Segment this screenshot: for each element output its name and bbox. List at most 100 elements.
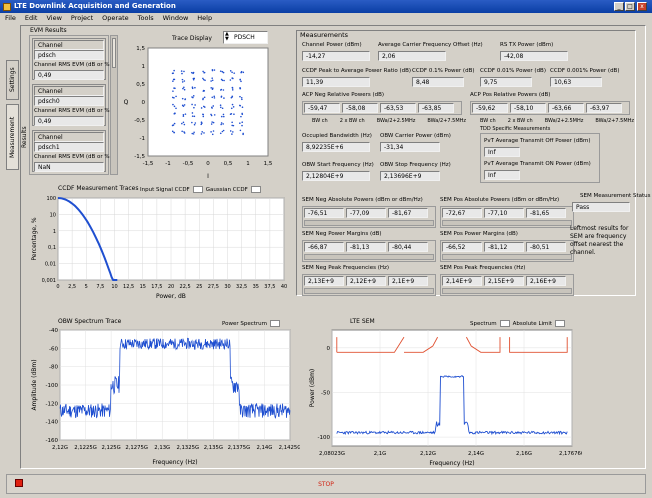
obw-legend-label: Power Spectrum	[222, 320, 268, 327]
menu-window[interactable]: Window	[162, 14, 190, 24]
obw-legend: Power Spectrum	[222, 320, 281, 327]
menu-view[interactable]: View	[45, 14, 62, 24]
array-scrollbar[interactable]	[442, 220, 572, 226]
legend-swatch-red-icon[interactable]	[250, 186, 261, 193]
ccdf-ylabel: Percentage, %	[31, 217, 38, 261]
legend-swatch-blue-icon[interactable]	[192, 186, 203, 193]
sem-pos-margin-array: -66,52 -81,12 -80,51	[440, 240, 574, 262]
constellation-point	[183, 70, 185, 73]
ccdf-par-label: CCDF Peak to Average Power Ratio (dB)	[302, 68, 412, 74]
tab-settings[interactable]: Settings	[6, 60, 19, 100]
ccdf-xtick: 12,5	[123, 284, 134, 290]
constellation-point	[202, 70, 204, 73]
constellation-ytick: -1	[140, 136, 145, 142]
sem-neg-abs-array: -76,51 -77,09 -81,67	[302, 206, 436, 228]
acp-pos-value: -59,62	[472, 103, 508, 113]
obw-ytick: -40	[49, 328, 58, 334]
menu-help[interactable]: Help	[196, 14, 213, 24]
menu-project[interactable]: Project	[70, 14, 94, 24]
sem-neg-abs-label: SEM Neg Absolute Powers (dBm or dBm/Hz)	[302, 197, 423, 203]
array-scrollbar[interactable]	[304, 220, 434, 226]
obw-ytick: -80	[49, 365, 58, 371]
menu-edit[interactable]: Edit	[24, 14, 39, 24]
menu-bar: File Edit View Project Operate Tools Win…	[0, 13, 652, 24]
constellation-point	[211, 121, 213, 123]
menu-operate[interactable]: Operate	[101, 14, 129, 24]
constellation-point	[201, 131, 203, 133]
constellation-xtick: -1,5	[143, 161, 154, 167]
constellation-point	[211, 107, 213, 109]
constellation-point	[240, 71, 242, 74]
obw-xlabel: Frequency (Hz)	[152, 459, 197, 466]
close-button[interactable]: x	[637, 2, 647, 11]
legend-swatch-blue-icon[interactable]	[270, 320, 281, 327]
sem-plot-area	[331, 329, 573, 447]
sem-xlabel: Frequency (Hz)	[429, 460, 474, 467]
array-scrollbar[interactable]	[442, 254, 572, 260]
sem-status-label: SEM Measurement Status	[580, 193, 651, 199]
maximize-button[interactable]: □	[625, 2, 635, 11]
stop-button[interactable]: STOP	[6, 474, 646, 494]
array-scrollbar[interactable]	[442, 288, 572, 294]
tdd-off-value: Inf	[484, 147, 520, 157]
evm-group-1: Channel pdsch0 Channel RMS EVM (dB or %)…	[32, 84, 112, 126]
constellation-point	[203, 106, 206, 108]
constellation-point	[180, 70, 183, 72]
constellation-point	[239, 129, 242, 132]
channel-power-value: -14,27	[302, 51, 370, 61]
constellation-point	[182, 114, 185, 116]
acp-pos-value: -63,66	[548, 103, 584, 113]
array-scrollbar[interactable]	[304, 288, 434, 294]
ccdf-xtick: 25	[196, 284, 202, 290]
constellation-point	[193, 106, 195, 109]
menu-tools[interactable]: Tools	[137, 14, 155, 24]
constellation-point	[182, 87, 184, 90]
constellation-point	[174, 112, 176, 115]
constellation-point	[212, 105, 215, 107]
evm-results-list: Channel pdsch Channel RMS EVM (dB or %) …	[29, 35, 112, 175]
ccdf-ytick: 10	[50, 212, 56, 218]
sem-pos-peak-value: 2,16E+9	[526, 276, 566, 286]
obw-start-value: 2,12804E+9	[302, 171, 370, 181]
constellation-point	[241, 112, 243, 115]
constellation-point	[231, 133, 233, 135]
constellation-xtick: -0,5	[183, 161, 194, 167]
constellation-point	[229, 70, 232, 72]
constellation-point	[221, 107, 224, 110]
menu-file[interactable]: File	[4, 14, 17, 24]
legend-swatch-red-icon[interactable]	[555, 320, 566, 327]
obw-chart: -40 -60 -80 -100 -120 -140 -1602,12G 2,1225G 2,1…	[31, 328, 300, 466]
sem-xtick: 2,1G	[374, 451, 387, 457]
legend-swatch-blue-icon[interactable]	[499, 320, 510, 327]
constellation-point	[202, 115, 205, 118]
constellation-ytick: 1	[142, 64, 146, 70]
ccdf-xtick: 30	[224, 284, 230, 290]
tab-measurement-results[interactable]: Measurement Results	[6, 104, 28, 170]
obw-ytick: -160	[46, 438, 59, 444]
evm-scrollbar-thumb[interactable]	[112, 38, 116, 68]
acp-neg-value: -58,08	[342, 103, 378, 113]
constellation-point	[222, 123, 224, 125]
sem-xtick: 2,12G	[420, 451, 436, 457]
constellation-point	[222, 115, 225, 118]
constellation-point	[181, 78, 184, 81]
obw-ytick: -60	[49, 346, 58, 352]
minimize-button[interactable]: _	[614, 2, 624, 11]
array-scrollbar[interactable]	[304, 254, 434, 260]
acp-neg-array: -59,47 -58,08 -63,53 -63,85	[302, 101, 462, 115]
sem-ytick: -50	[321, 390, 330, 396]
constellation-point	[240, 96, 243, 99]
sem-pos-peak-value: 2,14E+9	[442, 276, 482, 286]
constellation-point	[194, 122, 197, 124]
window-title-bar: LTE Downlink Acquisition and Generation	[0, 0, 652, 13]
constellation-xtick: 0	[206, 161, 210, 167]
spin-arrows-icon[interactable]: ▲ ▼	[225, 32, 231, 42]
sem-note: Leftmost results for SEM are frequency o…	[570, 225, 629, 256]
constellation-point	[183, 132, 186, 134]
obw-start-label: OBW Start Frequency (Hz)	[302, 162, 374, 168]
constellation-point	[191, 112, 194, 114]
evm-scrollbar[interactable]	[110, 35, 118, 175]
constellation-point	[181, 130, 183, 133]
constellation-point	[183, 80, 186, 82]
ccdf-xtick: 2,5	[68, 284, 76, 290]
